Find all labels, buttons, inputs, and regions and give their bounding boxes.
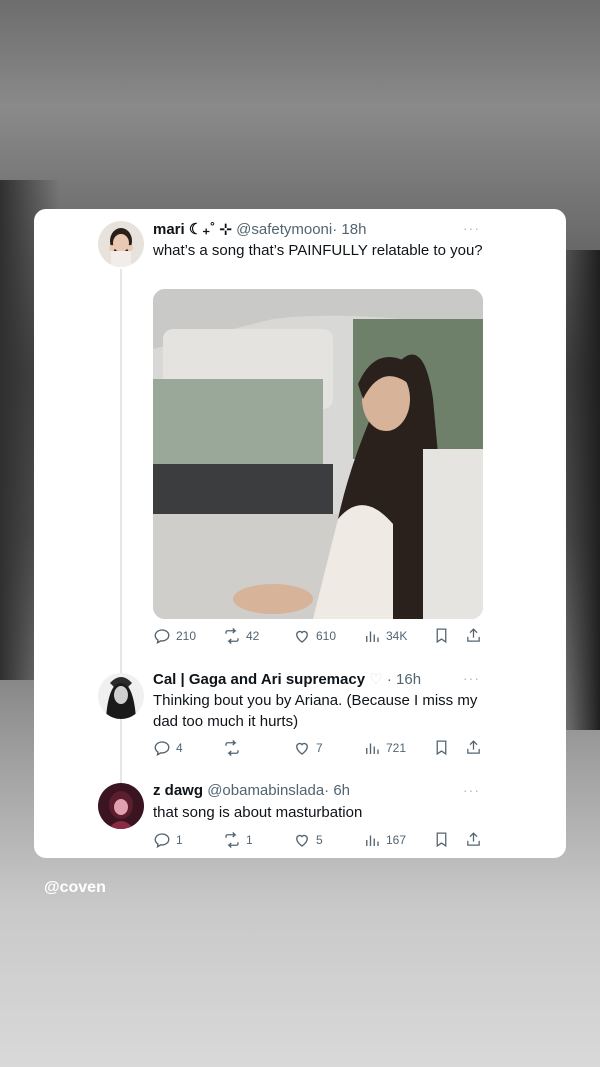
views-count: 721	[386, 741, 407, 755]
like-button[interactable]: 7	[293, 739, 323, 757]
like-count: 7	[316, 741, 323, 755]
retweet-count: 42	[246, 629, 260, 643]
retweet-button[interactable]: 1	[223, 831, 253, 849]
bookmark-icon	[436, 832, 447, 848]
tweet-time[interactable]: · 6h	[324, 782, 350, 799]
reply-icon	[154, 629, 170, 645]
avatar-z-dawg[interactable]	[98, 783, 144, 829]
retweet-icon	[225, 832, 239, 848]
retweet-count: 1	[246, 833, 253, 847]
retweet-button[interactable]: 42	[223, 627, 259, 645]
bookmark-button[interactable]	[433, 627, 450, 647]
views-count: 34K	[386, 629, 408, 643]
like-icon	[296, 834, 308, 847]
credit-watermark: @coven	[44, 879, 106, 896]
tweet-text: Thinking bout you by Ariana. (Because I …	[153, 692, 478, 730]
tweet-actions: 210 42 610 34K	[153, 627, 483, 647]
tweet-time[interactable]: · 18h	[332, 221, 366, 238]
tweet-header: Cal | Gaga and Ari supremacy ♡ · 16h	[153, 671, 422, 688]
like-button[interactable]: 5	[293, 831, 323, 849]
share-icon	[467, 832, 480, 846]
more-options-icon[interactable]: ···	[463, 782, 480, 798]
author-name[interactable]: Cal | Gaga and Ari supremacy	[153, 671, 365, 688]
reply-count: 4	[176, 741, 183, 755]
reply-button[interactable]: 210	[153, 627, 196, 645]
reply-count: 1	[176, 833, 183, 847]
avatar-cal[interactable]	[98, 673, 144, 719]
share-icon	[467, 740, 480, 754]
tweet-actions: 4 7 721	[153, 739, 483, 759]
bookmark-button[interactable]	[433, 831, 450, 851]
reply-icon	[154, 833, 170, 849]
author-name[interactable]: z dawg	[153, 782, 203, 799]
like-count: 5	[316, 833, 323, 847]
like-icon	[296, 742, 308, 755]
views-icon	[366, 631, 379, 642]
author-handle[interactable]: @safetymooni	[236, 221, 332, 238]
tweet-header: z dawg @obamabinslada· 6h	[153, 782, 350, 799]
retweet-button[interactable]	[223, 739, 246, 757]
bookmark-button[interactable]	[433, 739, 450, 759]
views-count: 167	[386, 833, 407, 847]
views-button[interactable]: 34K	[363, 627, 407, 645]
views-button[interactable]: 721	[363, 739, 406, 757]
author-name[interactable]: mari ☾₊˚ ⊹	[153, 221, 232, 238]
tweet-photo[interactable]	[153, 289, 483, 619]
share-button[interactable]	[465, 739, 482, 759]
retweet-icon	[225, 628, 239, 644]
reply-button[interactable]: 1	[153, 831, 183, 849]
share-icon	[467, 628, 480, 642]
avatar-mari[interactable]	[98, 221, 144, 267]
retweet-icon	[225, 740, 239, 756]
tweet-time[interactable]: · 16h	[387, 671, 421, 688]
bookmark-icon	[436, 740, 447, 756]
like-button[interactable]: 610	[293, 627, 336, 645]
thread-connector-line	[120, 269, 122, 809]
share-button[interactable]	[465, 627, 482, 647]
views-icon	[366, 835, 379, 846]
tweet-thread-card: mari ☾₊˚ ⊹ @safetymooni· 18h ··· what’s …	[34, 209, 566, 858]
bookmark-icon	[436, 628, 447, 644]
like-count: 610	[316, 629, 337, 643]
reply-icon	[154, 741, 170, 757]
views-icon	[366, 743, 379, 754]
tweet-text: that song is about masturbation	[153, 804, 363, 821]
more-options-icon[interactable]: ···	[463, 220, 480, 236]
like-icon	[296, 630, 308, 643]
tweet-text: what’s a song that’s PAINFULLY relatable…	[153, 242, 483, 259]
tweet-header: mari ☾₊˚ ⊹ @safetymooni· 18h	[153, 220, 366, 238]
share-button[interactable]	[465, 831, 482, 851]
reply-count: 210	[176, 629, 197, 643]
views-button[interactable]: 167	[363, 831, 406, 849]
more-options-icon[interactable]: ···	[463, 670, 480, 686]
author-handle[interactable]: @obamabinslada	[207, 782, 324, 799]
tweet-actions: 1 1 5 167	[153, 831, 483, 851]
reply-button[interactable]: 4	[153, 739, 183, 757]
